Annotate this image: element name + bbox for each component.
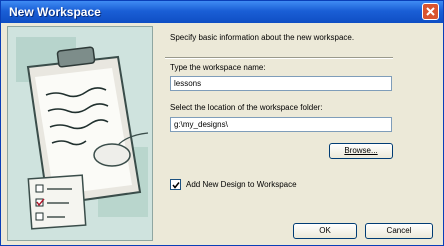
location-label: Select the location of the workspace fol… (170, 103, 323, 112)
new-workspace-dialog: New Workspace Specify basic information … (0, 0, 444, 246)
add-design-checkbox[interactable] (170, 179, 181, 190)
close-button[interactable] (422, 3, 439, 20)
ok-button-label: OK (319, 226, 331, 235)
separator (165, 57, 393, 59)
clipboard-icon (8, 27, 152, 240)
add-design-label: Add New Design to Workspace (186, 180, 297, 189)
browse-button-label: Browse... (344, 146, 378, 155)
intro-text: Specify basic information about the new … (170, 33, 355, 42)
title-bar[interactable]: New Workspace (1, 1, 443, 23)
close-icon (426, 7, 435, 16)
checkmark-icon (172, 182, 180, 189)
ok-button[interactable]: OK (293, 223, 357, 239)
browse-button[interactable]: Browse... (329, 143, 393, 159)
cancel-button[interactable]: Cancel (365, 223, 433, 239)
location-input[interactable]: g:\my_designs\ (170, 117, 392, 132)
clipboard-illustration (7, 26, 153, 241)
window-title: New Workspace (9, 5, 101, 19)
workspace-name-label: Type the workspace name: (170, 63, 266, 72)
cancel-button-label: Cancel (386, 226, 412, 235)
workspace-name-input[interactable]: lessons (170, 76, 392, 91)
